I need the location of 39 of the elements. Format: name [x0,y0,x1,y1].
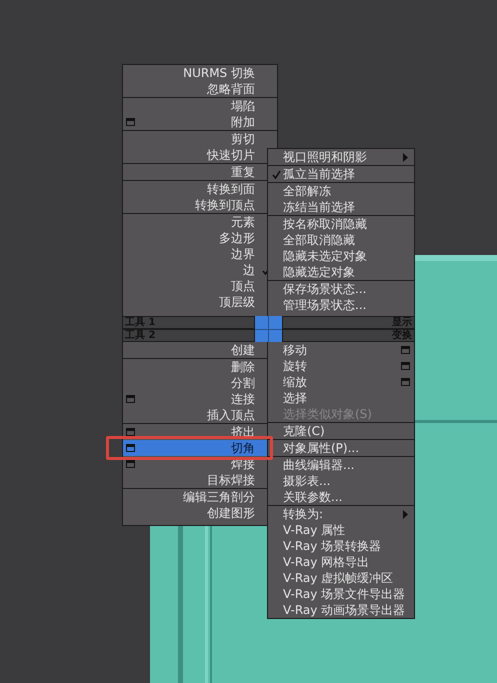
menu-item[interactable]: V-Ray 虚拟帧缓冲区 [268,570,414,586]
menu-item[interactable]: V-Ray 属性 [268,522,414,538]
menu-item[interactable]: V-Ray 动画场景导出器 [268,602,414,618]
option-box-icon[interactable] [401,378,410,386]
menu-item[interactable]: 剪切 [123,131,277,147]
menu-item[interactable]: 隐藏选定对象 [268,264,414,280]
quadrant-squares-icon [255,316,282,342]
menu-item[interactable]: 关联参数... [268,489,414,505]
menu-item[interactable]: 按名称取消隐藏 [268,216,414,232]
menu-item[interactable]: 对象属性(P)... [268,440,414,456]
option-box-icon[interactable] [401,346,410,354]
option-box-icon[interactable] [126,118,135,126]
menu-item[interactable]: 转换为: [268,506,414,522]
menu-item[interactable]: 全部解冻 [268,183,414,199]
option-box-icon[interactable] [401,362,410,370]
option-box-icon[interactable] [126,395,135,403]
option-box-icon[interactable] [126,428,135,436]
menu-item[interactable]: V-Ray 场景转换器 [268,538,414,554]
menu-item[interactable]: 全部取消隐藏 [268,232,414,248]
menu-item[interactable]: 移动 [268,342,414,358]
menu-item[interactable]: 孤立当前选择 [268,166,414,182]
menu-item[interactable]: 克隆(C) [268,423,414,439]
option-box-icon[interactable] [126,444,135,452]
menu-item[interactable]: 旋转 [268,358,414,374]
menu-item[interactable]: 缩放 [268,374,414,390]
menu-item[interactable]: V-Ray 场景文件导出器 [268,586,414,602]
menu-item[interactable]: 冻结当前选择 [268,199,414,215]
option-box-icon[interactable] [126,460,135,468]
menu-item[interactable]: 管理场景状态... [268,297,414,313]
menu-item[interactable]: V-Ray 网格导出 [268,554,414,570]
menu-item[interactable]: 摄影表... [268,473,414,489]
menu-item[interactable]: 曲线编辑器... [268,457,414,473]
menu-item[interactable]: 隐藏未选定对象 [268,248,414,264]
menu-item[interactable]: NURMS 切换 [123,65,277,81]
menu-item[interactable]: 塌陷 [123,98,277,114]
menu-item[interactable]: 视口照明和阴影 [268,149,414,165]
menu-item[interactable]: 忽略背面 [123,81,277,97]
menu-item[interactable]: 保存场景状态... [268,281,414,297]
menu-item[interactable]: 附加 [123,114,277,130]
